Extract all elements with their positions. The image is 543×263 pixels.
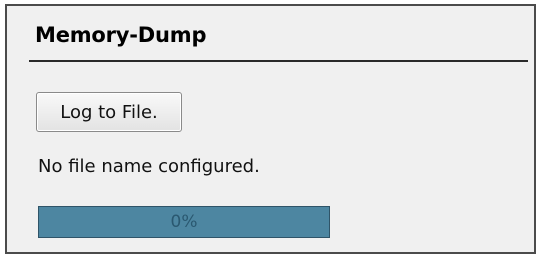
memory-dump-panel: Memory-Dump Log to File. No file name co…: [5, 4, 536, 254]
status-text: No file name configured.: [38, 156, 260, 177]
progress-bar: 0%: [38, 206, 330, 238]
panel-title: Memory-Dump: [35, 23, 207, 47]
title-divider: [29, 60, 528, 62]
log-to-file-button[interactable]: Log to File.: [36, 92, 182, 132]
progress-label: 0%: [170, 212, 198, 232]
